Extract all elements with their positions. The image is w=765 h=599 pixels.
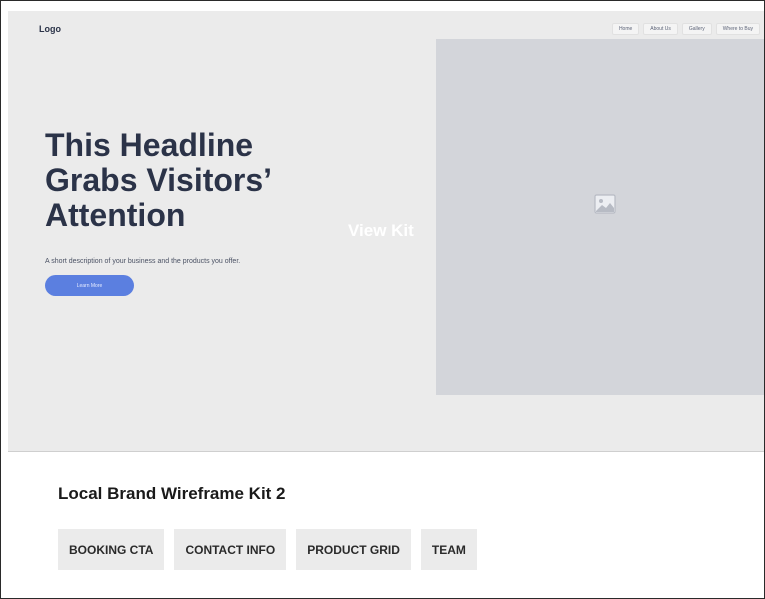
preview-headline: This Headline Grabs Visitors’ Attention bbox=[45, 127, 271, 233]
nav-item-home[interactable]: Home bbox=[611, 23, 640, 35]
wireframe-preview[interactable]: Logo Home About Us Gallery Where to Buy … bbox=[8, 11, 764, 452]
nav-item-about-us[interactable]: About Us bbox=[643, 23, 678, 35]
tag-contact-info[interactable]: CONTACT INFO bbox=[174, 529, 287, 570]
tag-team[interactable]: TEAM bbox=[420, 529, 477, 570]
image-placeholder bbox=[436, 39, 764, 395]
nav-item-where-to-buy[interactable]: Where to Buy bbox=[715, 23, 760, 35]
tag-product-grid[interactable]: PRODUCT GRID bbox=[296, 529, 411, 570]
view-kit-link[interactable]: View Kit bbox=[348, 221, 414, 241]
preview-logo: Logo bbox=[39, 24, 61, 34]
kit-card[interactable]: Logo Home About Us Gallery Where to Buy … bbox=[0, 0, 765, 599]
tag-booking-cta[interactable]: BOOKING CTA bbox=[58, 529, 165, 570]
image-placeholder-icon bbox=[594, 194, 616, 214]
kit-title: Local Brand Wireframe Kit 2 bbox=[58, 484, 286, 503]
nav-item-gallery[interactable]: Gallery bbox=[681, 23, 712, 35]
learn-more-button[interactable]: Learn More bbox=[45, 275, 134, 296]
preview-description: A short description of your business and… bbox=[45, 258, 241, 265]
preview-nav: Home About Us Gallery Where to Buy bbox=[611, 23, 760, 35]
kit-tags: BOOKING CTA CONTACT INFO PRODUCT GRID TE… bbox=[58, 529, 477, 570]
